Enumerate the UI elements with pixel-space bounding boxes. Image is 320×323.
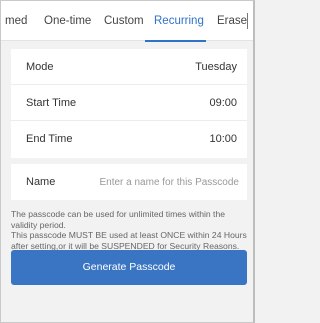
- mode-value: Tuesday: [195, 61, 237, 73]
- tab-bar: med One-time Custom Recurring Erase: [1, 1, 253, 42]
- info-line-warning: This passcode MUST BE used at least ONCE…: [11, 230, 247, 251]
- active-tab-indicator: [145, 40, 206, 42]
- info-line-validity: The passcode can be used for unlimited t…: [11, 209, 226, 230]
- name-row: Name: [11, 164, 247, 200]
- mode-label: Mode: [26, 61, 54, 73]
- start-time-label: Start Time: [26, 97, 77, 109]
- passcode-info-text: The passcode can be used for unlimited t…: [11, 209, 251, 251]
- tab-recurring[interactable]: Recurring: [154, 1, 204, 41]
- tab-timed[interactable]: med: [5, 1, 27, 41]
- name-input[interactable]: [96, 174, 239, 190]
- start-time-value: 09:00: [209, 97, 237, 109]
- end-time-row[interactable]: End Time 10:00: [11, 121, 247, 158]
- passcode-screen: med One-time Custom Recurring Erase Mode…: [0, 0, 255, 323]
- schedule-card: Mode Tuesday Start Time 09:00 End Time 1…: [11, 49, 247, 158]
- end-time-label: End Time: [26, 133, 73, 145]
- tab-erase[interactable]: Erase: [217, 1, 247, 41]
- name-label: Name: [26, 176, 56, 188]
- end-time-value: 10:00: [209, 133, 237, 145]
- mode-row[interactable]: Mode Tuesday: [11, 49, 247, 85]
- start-time-row[interactable]: Start Time 09:00: [11, 85, 247, 121]
- tab-scroll-divider: [247, 13, 248, 29]
- generate-passcode-button[interactable]: Generate Passcode: [11, 250, 247, 285]
- name-card: Name: [11, 164, 247, 200]
- tab-one-time[interactable]: One-time: [44, 1, 91, 41]
- tab-custom[interactable]: Custom: [104, 1, 144, 41]
